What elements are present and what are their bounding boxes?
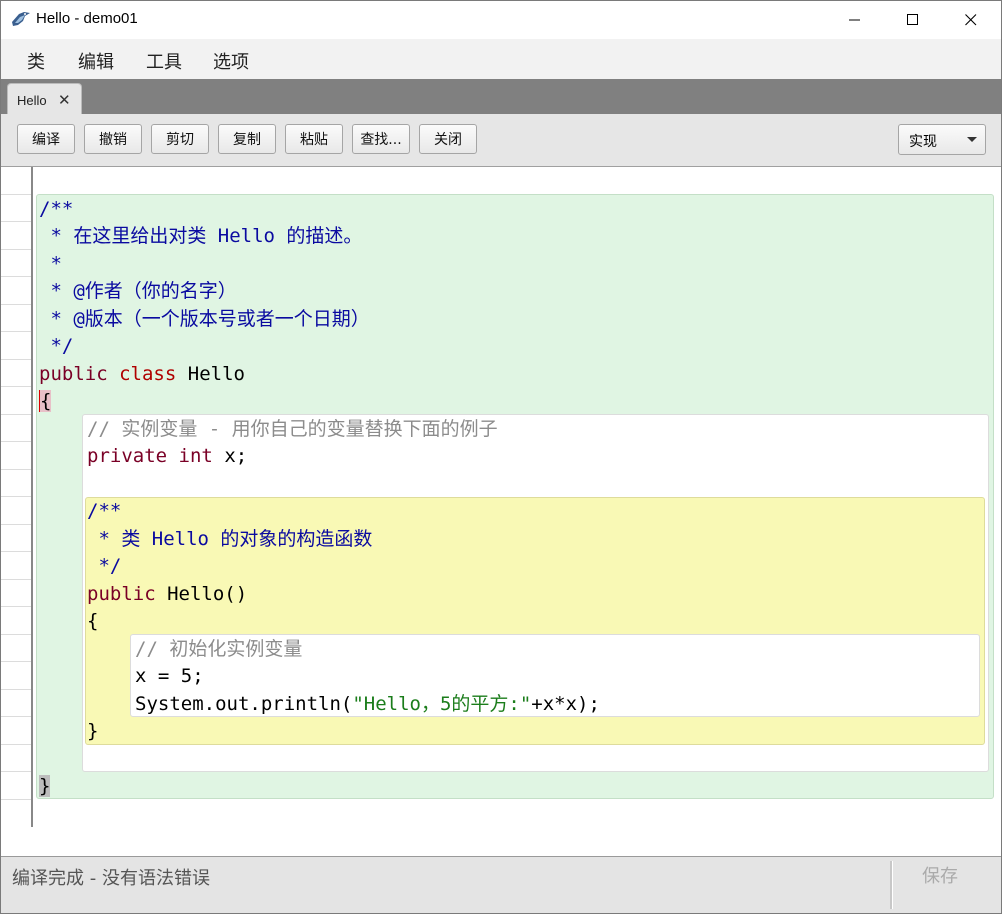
code-line-ctor-doc: * 类 Hello 的对象的构造函数 [87,528,373,550]
tab-hello[interactable]: Hello ✕ [7,83,82,117]
close-button[interactable] [942,1,1000,39]
ctor-signature: Hello() [167,583,248,605]
chevron-down-icon [967,137,977,142]
window-title: Hello - demo01 [36,10,138,27]
gutter-line [1,414,31,415]
save-button[interactable]: 保存 [922,862,958,888]
paste-button[interactable]: 粘贴 [285,124,343,154]
gutter-line [1,249,31,250]
code-line-ctor-doc-close: */ [87,555,122,577]
gutter-line [1,716,31,717]
minimize-icon [849,19,860,21]
gutter-line [1,221,31,222]
copy-button[interactable]: 复制 [218,124,276,154]
gutter-line [1,661,31,662]
code-line-doc-close: */ [39,335,74,357]
code-line-doc-1: * 在这里给出对类 Hello 的描述。 [39,223,362,250]
keyword-private: private [87,445,168,467]
code-line-assign: x = 5; [135,665,204,687]
menu-options[interactable]: 选项 [213,48,249,74]
code-line-println: System.out.println("Hello，5的平方:"+x*x); [135,691,600,718]
println-args: +x*x); [531,693,600,715]
code-line-field-comment: // 实例变量 - 用你自己的变量替换下面的例子 [87,418,498,440]
status-divider [890,861,893,909]
println-call: System.out.println( [135,693,353,715]
status-bar: 编译完成 - 没有语法错误 保存 [1,856,1001,913]
maximize-icon [907,14,918,25]
find-button[interactable]: 查找... [352,124,410,154]
field-name: x; [224,445,248,467]
gutter-line [1,359,31,360]
keyword-public: public [39,363,108,385]
code-line-close-brace: } [39,773,51,800]
code-line-ctor-doc-open: /** [87,500,122,522]
tab-label: Hello [17,93,47,108]
view-select-value: 实现 [909,134,937,150]
compile-button[interactable]: 编译 [17,124,75,154]
gutter-line [1,331,31,332]
menu-tools[interactable]: 工具 [146,48,182,74]
gutter-line [1,579,31,580]
title-bar: Hello - demo01 [1,1,1001,39]
gutter-line [1,744,31,745]
code-editor[interactable]: /** * 在这里给出对类 Hello 的描述。 * * @作者（你的名字） *… [1,167,1001,855]
code-line-open-brace: { [39,388,52,415]
minimize-button[interactable] [826,1,884,39]
close-editor-button[interactable]: 关闭 [419,124,477,154]
menu-class[interactable]: 类 [27,48,45,74]
keyword-class: class [119,363,177,385]
doc-text: 的描述。 [274,225,363,247]
doc-text: * 在这里给出对类 [39,225,218,247]
doc-class-name: Hello [217,225,275,247]
code-line-doc-3: * @作者（你的名字） [39,280,237,302]
gutter-line [1,551,31,552]
gutter-line [1,524,31,525]
gutter-line [1,634,31,635]
code-line-body-comment: // 初始化实例变量 [135,638,303,660]
maximize-button[interactable] [884,1,942,39]
tab-strip: Hello ✕ [1,79,1001,117]
bluej-bird-icon [12,12,30,26]
code-line-doc-4: * @版本（一个版本号或者一个日期） [39,308,370,330]
code-line-ctor-decl: public Hello() [87,581,247,608]
tab-close-icon[interactable]: ✕ [58,91,71,109]
gutter-line [1,799,31,800]
code-line-ctor-close: } [87,720,99,742]
keyword-int: int [178,445,213,467]
status-message: 编译完成 - 没有语法错误 [12,868,210,889]
gutter-line [1,469,31,470]
gutter-line [1,496,31,497]
code-line-field: private int x; [87,443,247,470]
gutter-line [1,194,31,195]
gutter-line [1,606,31,607]
gutter-line [1,771,31,772]
cut-button[interactable]: 剪切 [151,124,209,154]
gutter-line [1,304,31,305]
gutter-line [1,689,31,690]
view-select[interactable]: 实现 [898,124,986,155]
code-line-doc-2: * [39,253,62,275]
brace-match-open: { [39,390,52,412]
gutter-line [1,386,31,387]
gutter-line [1,276,31,277]
keyword-public: public [87,583,156,605]
code-line-class-decl: public class Hello [39,361,245,388]
menu-edit[interactable]: 编辑 [78,48,114,74]
code-line-ctor-open: { [87,610,99,632]
line-number-gutter [1,167,33,827]
code-line-doc-open: /** [39,198,74,220]
string-literal: "Hello，5的平方:" [352,693,532,715]
main-window: Hello - demo01 类 编辑 工具 选项 Hello ✕ 编译 撤销 … [0,0,1002,914]
class-name: Hello [187,363,245,385]
menu-bar: 类 编辑 工具 选项 [1,39,1001,79]
gutter-line [1,441,31,442]
undo-button[interactable]: 撤销 [84,124,142,154]
toolbar: 编译 撤销 剪切 复制 粘贴 查找... 关闭 实现 [1,114,1001,167]
brace-match-close: } [39,775,51,797]
close-icon [965,14,977,26]
